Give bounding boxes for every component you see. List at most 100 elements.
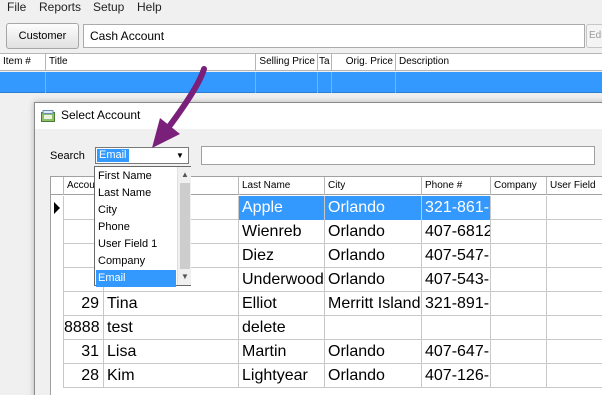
col-selling-price[interactable]: Selling Price (256, 54, 318, 71)
search-field-value: Email (97, 149, 129, 162)
cell-last-name: Lightyear (239, 364, 325, 388)
cell-phone: 321-891- (422, 292, 491, 316)
cell-last-name: Martin (239, 340, 325, 364)
chevron-down-icon[interactable]: ▼ (173, 149, 187, 162)
edit-button[interactable]: Edi (586, 24, 602, 48)
cell-company (491, 340, 547, 364)
cell-account: 31 (64, 340, 104, 364)
dropdown-scrollbar[interactable]: ▲ ▼ (177, 167, 191, 285)
menu-file[interactable]: File (7, 0, 26, 15)
cell-user-field (547, 292, 602, 316)
table-row[interactable]: 31 Lisa Martin Orlando 407-647- (51, 340, 602, 364)
cell-city: Orlando (325, 340, 422, 364)
dropdown-option-email[interactable]: Email (96, 270, 176, 287)
cell-city: Orlando (325, 220, 422, 244)
chevron-up-icon[interactable]: ▲ (178, 168, 192, 182)
row-indicator (51, 340, 64, 364)
dropdown-option-company[interactable]: Company (96, 253, 176, 270)
cell-user-field (547, 244, 602, 268)
dialog-app-icon (41, 110, 55, 122)
cell-user-field (547, 340, 602, 364)
row-indicator (51, 292, 64, 316)
col-description[interactable]: Description (396, 54, 602, 71)
cell-user-field (547, 268, 602, 292)
cell-last-name: Underwood (239, 268, 325, 292)
dropdown-option-phone[interactable]: Phone (96, 219, 176, 236)
dropdown-option-user-field-1[interactable]: User Field 1 (96, 236, 176, 253)
cell-first-name: Kim (104, 364, 239, 388)
dialog-title: Select Account (61, 108, 141, 122)
chevron-down-icon[interactable]: ▼ (178, 270, 192, 284)
cell-account: 28 (64, 364, 104, 388)
cell-phone: 407-547- (422, 244, 491, 268)
row-indicator (51, 316, 64, 340)
col-phone[interactable]: Phone # (422, 177, 491, 195)
search-label: Search (50, 150, 85, 162)
col-orig-price[interactable]: Orig. Price (332, 54, 396, 71)
dialog-title-bar: Select Account (35, 103, 602, 129)
menu-help[interactable]: Help (137, 0, 162, 15)
col-last-name[interactable]: Last Name (239, 177, 325, 195)
customer-button[interactable]: Customer (6, 23, 79, 49)
cell-city (325, 316, 422, 340)
col-company[interactable]: Company (491, 177, 547, 195)
dropdown-option-city[interactable]: City (96, 202, 176, 219)
current-row-indicator (51, 196, 64, 220)
cell-phone: 407-543- (422, 268, 491, 292)
cell-user-field (547, 196, 602, 220)
cell-phone: 407-126- (422, 364, 491, 388)
row-indicator (51, 364, 64, 388)
col-tax[interactable]: Ta (318, 54, 332, 71)
col-user-field[interactable]: User Field (547, 177, 602, 195)
table-row[interactable]: 28 Kim Lightyear Orlando 407-126- (51, 364, 602, 388)
items-grid-selected-row[interactable] (0, 72, 602, 93)
cell-city: Merritt Island (325, 292, 422, 316)
cell-city: Orlando (325, 364, 422, 388)
menu-setup[interactable]: Setup (93, 0, 124, 15)
cell-last-name: Wienreb (239, 220, 325, 244)
menu-bar: File Reports Setup Help (0, 0, 602, 18)
cell-company (491, 268, 547, 292)
row-pointer-icon (54, 202, 60, 214)
cell-first-name: Lisa (104, 340, 239, 364)
cell-company (491, 292, 547, 316)
col-city[interactable]: City (325, 177, 422, 195)
cell-company (491, 364, 547, 388)
cell-city: Orlando (325, 268, 422, 292)
cell-last-name: Diez (239, 244, 325, 268)
col-title[interactable]: Title (46, 54, 256, 71)
cell-user-field (547, 220, 602, 244)
table-row[interactable]: 8888 test delete (51, 316, 602, 340)
cell-company (491, 196, 547, 220)
col-item-number[interactable]: Item # (0, 54, 46, 71)
cell-user-field (547, 316, 602, 340)
cell-last-name: delete (239, 316, 325, 340)
cell-company (491, 244, 547, 268)
cell-last-name: Elliot (239, 292, 325, 316)
cell-city: Orlando (325, 196, 422, 220)
row-indicator (51, 268, 64, 292)
table-row[interactable]: 29 Tina Elliot Merritt Island 321-891- (51, 292, 602, 316)
cell-account: 29 (64, 292, 104, 316)
cell-company (491, 220, 547, 244)
cell-phone: 407-6812 (422, 220, 491, 244)
cell-user-field (547, 364, 602, 388)
cell-phone: 407-647- (422, 340, 491, 364)
cell-company (491, 316, 547, 340)
cell-first-name: Tina (104, 292, 239, 316)
scrollbar-thumb[interactable] (180, 183, 190, 269)
search-field-dropdown-list: First Name Last Name City Phone User Fie… (94, 166, 191, 287)
account-field[interactable]: Cash Account (83, 24, 585, 48)
search-input[interactable] (201, 146, 595, 165)
cell-account: 8888 (64, 316, 104, 340)
cell-last-name: Apple (239, 196, 325, 220)
cell-first-name: test (104, 316, 239, 340)
dropdown-option-last-name[interactable]: Last Name (96, 185, 176, 202)
search-field-select[interactable]: Email ▼ (95, 147, 189, 164)
dropdown-option-first-name[interactable]: First Name (96, 168, 176, 185)
items-grid-header: Item # Title Selling Price Ta Orig. Pric… (0, 53, 602, 71)
row-indicator (51, 220, 64, 244)
row-indicator-header (51, 177, 64, 195)
menu-reports[interactable]: Reports (39, 0, 81, 15)
cell-phone (422, 316, 491, 340)
